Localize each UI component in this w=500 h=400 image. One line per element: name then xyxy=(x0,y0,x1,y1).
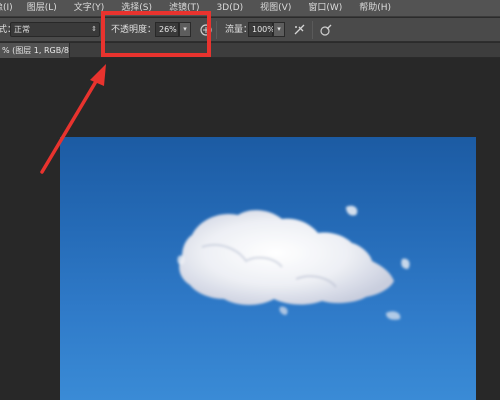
blend-mode-select[interactable]: 正常 ⇕ xyxy=(10,22,100,37)
menu-3d[interactable]: 3D(D) xyxy=(217,0,244,16)
menu-layer[interactable]: 图层(L) xyxy=(27,0,57,16)
blend-mode-value: 正常 xyxy=(14,25,30,34)
opacity-highlight-box xyxy=(101,11,211,57)
flow-dropdown-button[interactable]: ▾ xyxy=(273,22,285,37)
airbrush-icon[interactable] xyxy=(293,23,307,37)
tool-options-bar: 式： 正常 ⇕ 不透明度： 26% ▾ 流量： 100% ▾ xyxy=(0,18,500,42)
menu-window[interactable]: 窗口(W) xyxy=(308,0,342,16)
document-tab-bar: % (图层 1, RGB/8) *× xyxy=(0,43,500,58)
document-canvas[interactable] xyxy=(60,137,476,400)
menu-bar: 像(I) 图层(L) 文字(Y) 选择(S) 滤镜(T) 3D(D) 视图(V)… xyxy=(0,0,500,17)
menu-type[interactable]: 文字(Y) xyxy=(74,0,105,16)
pressure-size-icon[interactable] xyxy=(319,23,333,37)
flow-input[interactable]: 100% xyxy=(248,22,275,37)
document-tab-label: % (图层 1, RGB/8) * xyxy=(2,46,70,55)
menu-view[interactable]: 视图(V) xyxy=(260,0,291,16)
separator xyxy=(312,21,313,39)
separator xyxy=(216,21,217,39)
document-tab[interactable]: % (图层 1, RGB/8) *× xyxy=(0,43,70,58)
menu-image[interactable]: 像(I) xyxy=(0,0,13,16)
updown-arrow-icon: ⇕ xyxy=(91,25,97,33)
menu-help[interactable]: 帮助(H) xyxy=(359,0,391,16)
cloud-image xyxy=(177,205,410,320)
